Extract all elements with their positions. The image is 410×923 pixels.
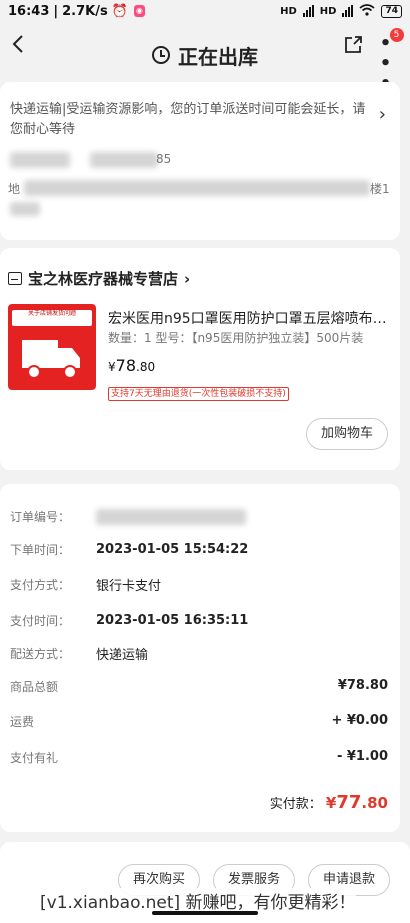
shipping-value: + ¥0.00 <box>331 713 388 728</box>
notification-badge: 5 <box>390 28 404 42</box>
shop-link[interactable]: 宝之林医疗器械专营店 › <box>8 268 190 289</box>
pay-method-value: 银行卡支付 <box>96 579 162 594</box>
status-left: 16:43 | 2.7K/s ⏰ ◉ <box>8 4 145 19</box>
logistics-notice: 快递运输|受运输资源影响，您的订单派送时间可能会延长，请您耐心等待 <box>10 102 366 137</box>
network-label-b: HD <box>319 5 337 17</box>
goods-total-row: 商品总额 ¥78.80 <box>10 678 388 695</box>
status-bar: 16:43 | 2.7K/s ⏰ ◉ HD HD 74 <box>0 0 410 22</box>
redacted-phone <box>90 152 158 168</box>
order-time-row: 下单时间： 2023-01-05 15:54:22 <box>10 541 388 558</box>
phone-suffix: 85 <box>156 152 172 166</box>
discount-row: 支付有礼 - ¥1.00 <box>10 749 388 766</box>
shipping-row: 运费 + ¥0.00 <box>10 713 388 730</box>
redacted-address-line2 <box>10 202 40 216</box>
paid-label: 实付款： <box>269 797 322 812</box>
price-cents: .80 <box>136 360 156 374</box>
pay-method-label: 支付方式： <box>10 578 71 592</box>
status-speed: 2.7K/s <box>62 3 108 19</box>
address-prefix: 地 <box>8 182 21 196</box>
redacted-address <box>24 180 370 196</box>
paid-main: 77 <box>336 792 362 813</box>
delivery-label: 配送方式： <box>10 647 71 661</box>
order-number-row: 订单编号： <box>10 508 388 525</box>
paid-value: ¥77.80 <box>325 792 388 813</box>
pay-time-value: 2023-01-05 16:35:11 <box>96 613 249 628</box>
delivery-row: 配送方式： 快递运输 <box>10 644 388 663</box>
product-image[interactable]: 关于店铺发货问题 <box>8 304 96 390</box>
chevron-left-icon <box>12 35 23 53</box>
store-icon <box>8 272 22 285</box>
price-symbol: ¥ <box>108 360 116 374</box>
paid-symbol: ¥ <box>325 794 337 812</box>
product-card: 宝之林医疗器械专营店 › 关于店铺发货问题 宏米医用n95口罩医用防护口罩五层熔… <box>0 248 400 470</box>
product-price: ¥78.80 <box>108 356 155 375</box>
page-title: 正在出库 <box>152 41 258 70</box>
paid-amount-row: 实付款： ¥77.80 <box>270 792 388 813</box>
status-time: 16:43 <box>8 3 50 19</box>
more-button[interactable]: • • • 5 <box>372 28 404 94</box>
address-suffix: 楼1 <box>370 182 390 196</box>
redacted-order-number <box>96 508 246 525</box>
order-info-card: 订单编号： 下单时间： 2023-01-05 15:54:22 支付方式： 银行… <box>0 484 400 832</box>
chevron-right-icon[interactable]: › <box>379 104 386 125</box>
chevron-right-icon: › <box>184 269 191 288</box>
app-notification-icon: ◉ <box>133 5 145 17</box>
signal-icon <box>302 5 314 17</box>
price-main: 78 <box>115 356 136 375</box>
logistics-card[interactable]: 快递运输|受运输资源影响，您的订单派送时间可能会延长，请您耐心等待 › 85 地… <box>0 82 400 240</box>
page-title-text: 正在出库 <box>178 44 258 69</box>
shop-name: 宝之林医疗器械专营店 <box>28 270 179 288</box>
watermark-text: [v1.xianbao.net] 新赚吧，有你更精彩！ <box>40 888 356 913</box>
product-spec: 数量：1 型号：【n95医用防护独立装】500片装 <box>108 331 364 345</box>
order-number-label: 订单编号： <box>10 510 71 524</box>
return-policy-badge: 支持7天无理由退货(一次性包装破损不支持) <box>108 387 289 401</box>
alarm-icon: ⏰ <box>111 3 128 19</box>
goods-total-value: ¥78.80 <box>337 678 388 693</box>
shipping-label: 运费 <box>10 715 35 729</box>
discount-label: 支付有礼 <box>10 751 59 765</box>
header: 正在出库 • • • 5 <box>0 22 410 94</box>
redacted-name <box>10 152 70 168</box>
pay-method-row: 支付方式： 银行卡支付 <box>10 575 388 594</box>
status-separator: | <box>53 3 59 19</box>
pay-time-row: 支付时间： 2023-01-05 16:35:11 <box>10 612 388 629</box>
product-title[interactable]: 宏米医用n95口罩医用防护口罩五层熔喷布… <box>108 308 388 328</box>
order-time-label: 下单时间： <box>10 543 71 557</box>
truck-icon <box>22 340 80 379</box>
share-icon <box>345 36 362 53</box>
goods-total-label: 商品总额 <box>10 680 59 694</box>
delivery-value: 快递运输 <box>96 648 149 663</box>
status-right: HD HD 74 <box>280 3 402 19</box>
signal-icon-2 <box>342 5 354 17</box>
paid-cents: .80 <box>361 794 388 812</box>
order-time-value: 2023-01-05 15:54:22 <box>96 542 249 557</box>
add-to-cart-button[interactable]: 加购物车 <box>306 418 388 450</box>
share-button[interactable] <box>342 34 364 56</box>
clock-icon <box>152 46 170 64</box>
discount-value: - ¥1.00 <box>336 749 388 764</box>
network-label-a: HD <box>280 5 297 17</box>
back-button[interactable] <box>6 32 30 60</box>
battery-icon: 74 <box>381 4 402 18</box>
wifi-icon <box>359 3 375 19</box>
pay-time-label: 支付时间： <box>10 614 71 628</box>
home-indicator[interactable] <box>152 911 258 915</box>
